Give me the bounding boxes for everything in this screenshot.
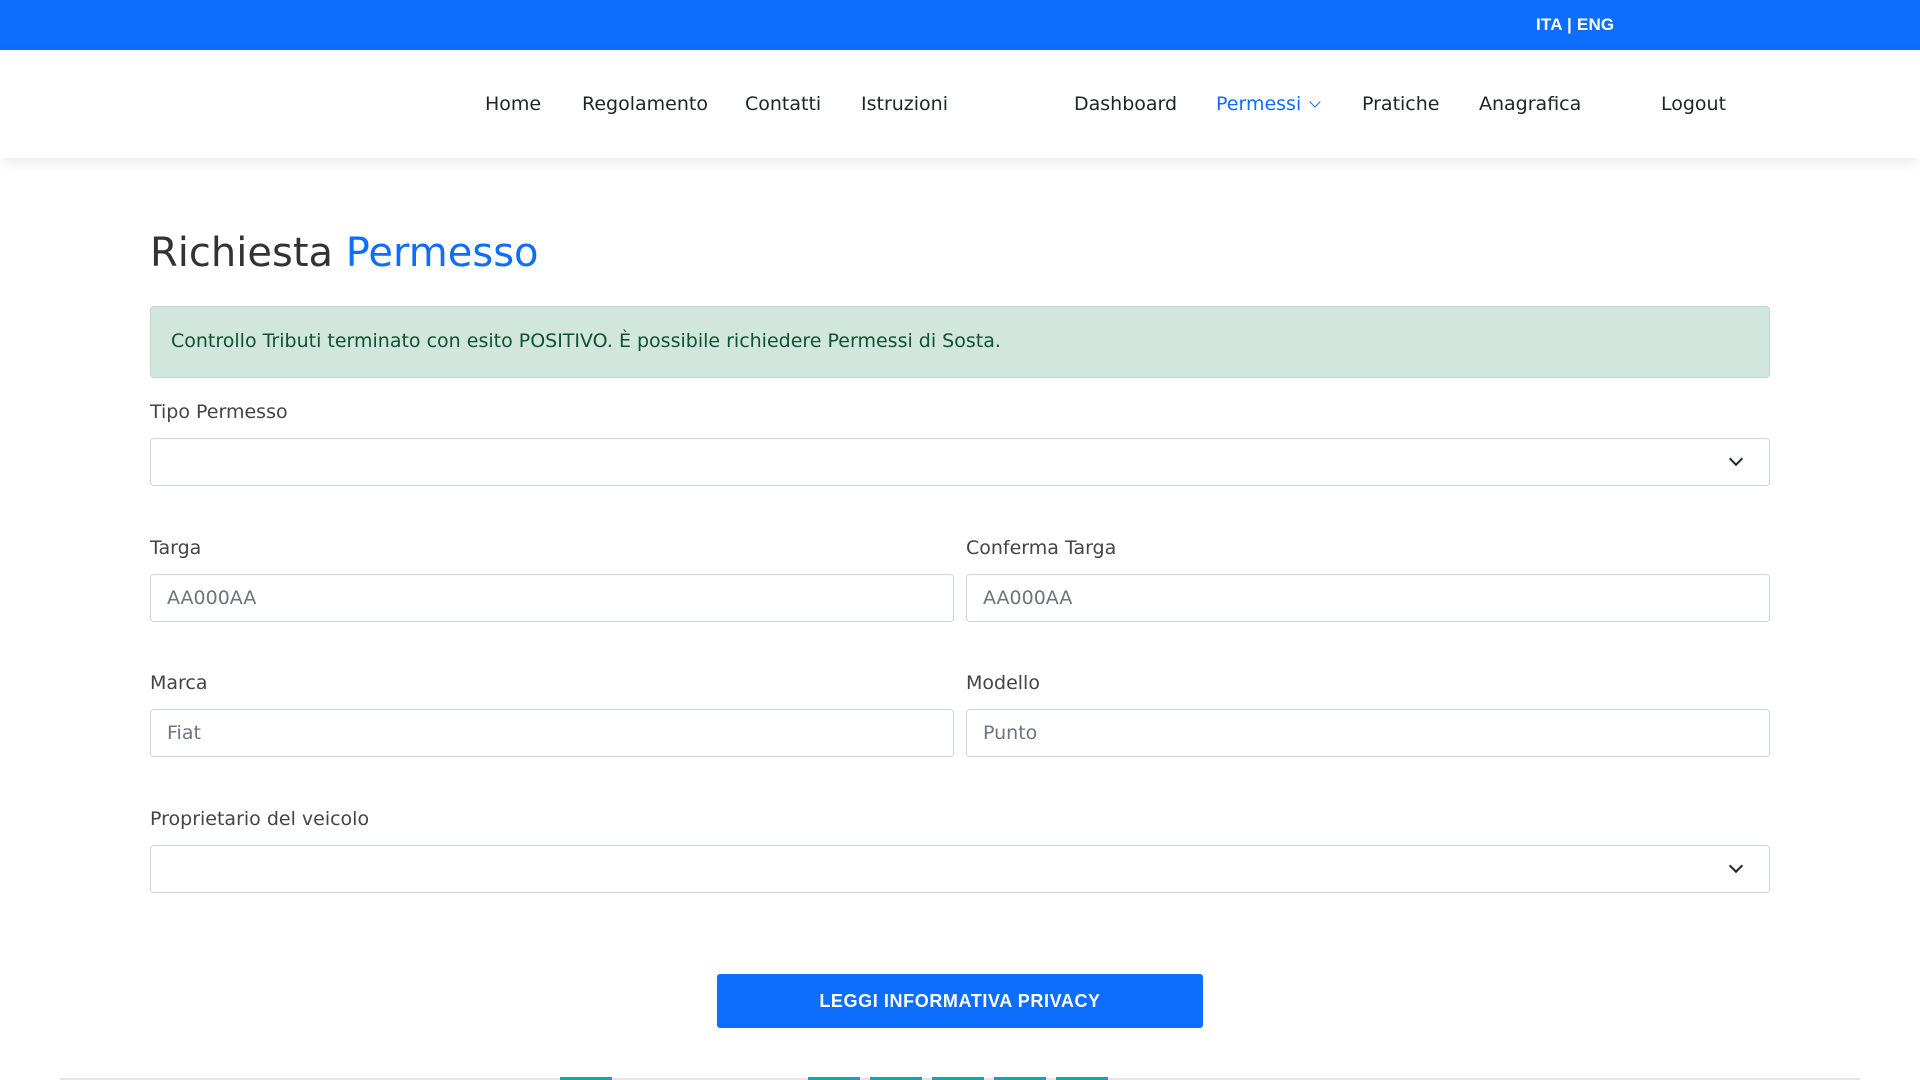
nav-contatti[interactable]: Contatti <box>745 93 821 115</box>
nav-permessi-label: Permessi <box>1216 93 1302 115</box>
tipo-permesso-label: Tipo Permesso <box>150 401 288 423</box>
nav-istruzioni[interactable]: Istruzioni <box>861 93 948 115</box>
targa-field-wrapper <box>150 574 954 622</box>
tipo-permesso-select[interactable] <box>150 438 1770 486</box>
privacy-button[interactable]: LEGGI INFORMATIVA PRIVACY <box>717 974 1203 1028</box>
lang-eng-link[interactable]: ENG <box>1577 15 1614 34</box>
page-title: Richiesta Permesso <box>150 230 539 276</box>
modello-field-wrapper <box>966 709 1770 757</box>
chevron-down-icon <box>1728 451 1744 467</box>
top-bar: ITA | ENG <box>0 0 1920 50</box>
language-switcher: ITA | ENG <box>1536 15 1614 35</box>
page-title-accent: Permesso <box>345 230 539 276</box>
nav-anagrafica[interactable]: Anagrafica <box>1479 93 1581 115</box>
nav-permessi-dropdown[interactable]: Permessi <box>1216 93 1321 115</box>
proprietario-select[interactable] <box>150 845 1770 893</box>
nav-regolamento[interactable]: Regolamento <box>582 93 708 115</box>
chevron-down-icon <box>1728 858 1744 874</box>
marca-field-wrapper <box>150 709 954 757</box>
lang-separator: | <box>1562 15 1577 34</box>
marca-label: Marca <box>150 672 208 694</box>
page-title-main: Richiesta <box>150 230 334 276</box>
nav-logout[interactable]: Logout <box>1661 93 1726 115</box>
modello-label: Modello <box>966 672 1040 694</box>
conferma-targa-label: Conferma Targa <box>966 537 1117 559</box>
targa-input[interactable] <box>151 575 953 621</box>
nav-dashboard[interactable]: Dashboard <box>1074 93 1177 115</box>
chevron-down-icon <box>1309 96 1321 108</box>
main-navbar: Home Regolamento Contatti Istruzioni Das… <box>0 50 1920 158</box>
success-alert: Controllo Tributi terminato con esito PO… <box>150 306 1770 378</box>
conferma-targa-field-wrapper <box>966 574 1770 622</box>
nav-pratiche[interactable]: Pratiche <box>1362 93 1439 115</box>
targa-label: Targa <box>150 537 202 559</box>
marca-input[interactable] <box>151 710 953 756</box>
conferma-targa-input[interactable] <box>967 575 1769 621</box>
lang-ita-link[interactable]: ITA <box>1536 15 1562 34</box>
proprietario-label: Proprietario del veicolo <box>150 808 370 830</box>
nav-home[interactable]: Home <box>485 93 541 115</box>
modello-input[interactable] <box>967 710 1769 756</box>
